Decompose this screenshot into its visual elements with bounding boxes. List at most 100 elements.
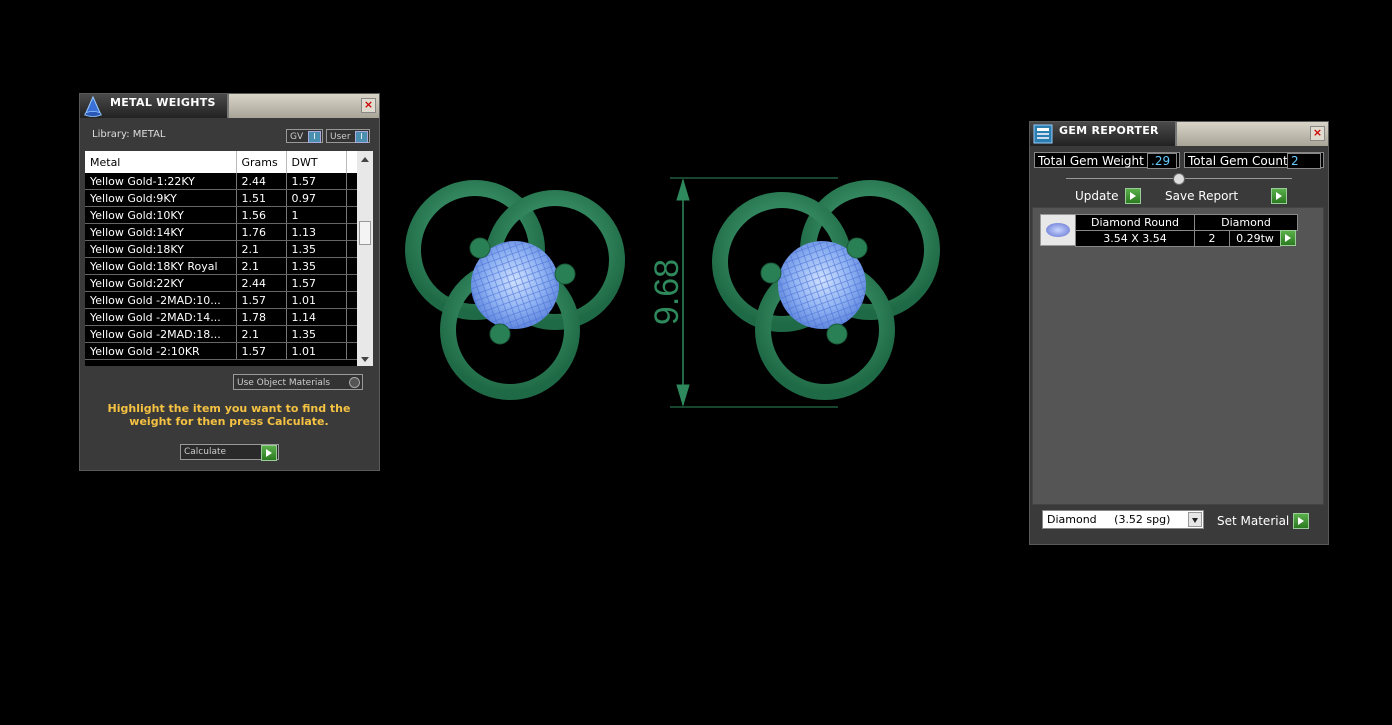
column-header-spacer: [346, 151, 358, 173]
metal-table: Metal Grams DWT Yellow Gold-1:22KY 2.44 1.…: [85, 151, 358, 360]
right-prong-2: [760, 262, 782, 284]
cell-grams: 2.44: [236, 274, 287, 292]
cell-grams: 2.44: [236, 173, 287, 190]
metal-table-header: Metal Grams DWT: [85, 151, 358, 173]
save-report-button[interactable]: Save Report: [1162, 188, 1287, 204]
viewport-3d[interactable]: 9.68: [390, 165, 950, 420]
total-gem-count-label: Total Gem Count: [1188, 154, 1288, 168]
cell-spacer: [346, 308, 358, 326]
gv-toggle-knob: I: [308, 131, 321, 143]
column-header-grams[interactable]: Grams: [236, 151, 287, 173]
cell-spacer: [346, 173, 358, 190]
gem-count-cell: 2: [1194, 230, 1230, 247]
cell-dwt: 1.57: [286, 173, 347, 190]
table-row[interactable]: Yellow Gold-1:22KY 2.44 1.57: [85, 173, 358, 190]
play-icon[interactable]: [1280, 230, 1296, 246]
gv-toggle[interactable]: GV I: [286, 129, 323, 143]
cell-grams: 2.1: [236, 257, 287, 275]
update-label: Update: [1075, 189, 1119, 203]
dimension-label: 9.68: [648, 259, 686, 325]
cell-metal: Yellow Gold:14KY: [85, 223, 237, 241]
total-gem-weight-field: Total Gem Weight .29: [1034, 152, 1180, 169]
cell-dwt: 0.97: [286, 189, 347, 207]
left-prong-3: [489, 323, 511, 345]
cone-app-icon: [84, 95, 102, 117]
chevron-down-icon[interactable]: [1188, 512, 1202, 527]
cell-dwt: 1.14: [286, 308, 347, 326]
cell-metal: Yellow Gold -2MAD:14...: [85, 308, 237, 326]
cell-grams: 1.57: [236, 291, 287, 309]
column-header-dwt[interactable]: DWT: [286, 151, 347, 173]
cell-spacer: [346, 291, 358, 309]
column-header-metal[interactable]: Metal: [85, 151, 237, 173]
total-gem-weight-value: .29: [1147, 153, 1177, 169]
metal-weights-title: METAL WEIGHTS: [110, 96, 216, 109]
scroll-up-icon[interactable]: [361, 157, 369, 162]
update-button[interactable]: Update: [1071, 188, 1141, 204]
table-row[interactable]: Yellow Gold -2MAD:18... 2.1 1.35: [85, 325, 358, 343]
table-row[interactable]: Yellow Gold:22KY 2.44 1.57: [85, 274, 358, 292]
close-icon[interactable]: ×: [361, 98, 376, 113]
table-row[interactable]: Yellow Gold:9KY 1.51 0.97: [85, 189, 358, 207]
material-select[interactable]: Diamond (3.52 spg): [1042, 510, 1204, 529]
metal-table-container: Metal Grams DWT Yellow Gold-1:22KY 2.44 1.…: [85, 151, 373, 366]
play-icon: [261, 445, 277, 461]
metal-weights-titlebar[interactable]: METAL WEIGHTS ×: [80, 94, 379, 118]
cell-metal: Yellow Gold:9KY: [85, 189, 237, 207]
cell-grams: 1.56: [236, 206, 287, 224]
calculate-button[interactable]: Calculate: [180, 444, 279, 461]
cell-dwt: 1.35: [286, 240, 347, 258]
table-row[interactable]: Yellow Gold -2:10KR 1.57 1.01: [85, 342, 358, 360]
slider-knob-icon[interactable]: [1173, 173, 1185, 185]
left-earring[interactable]: [405, 180, 625, 400]
user-toggle[interactable]: User I: [326, 129, 370, 143]
total-gem-weight-label: Total Gem Weight: [1038, 154, 1144, 168]
cell-spacer: [346, 223, 358, 241]
gem-report-app-icon: [1033, 124, 1053, 144]
calculate-label: Calculate: [184, 447, 227, 457]
cell-spacer: [346, 257, 358, 275]
table-row[interactable]: Yellow Gold:18KY Royal 2.1 1.35: [85, 257, 358, 275]
cell-spacer: [346, 325, 358, 343]
cell-spacer: [346, 189, 358, 207]
gv-toggle-label: GV: [290, 132, 304, 142]
gem-reporter-titlebar[interactable]: GEM REPORTER ×: [1030, 122, 1328, 146]
cell-spacer: [346, 240, 358, 258]
cell-metal: Yellow Gold:10KY: [85, 206, 237, 224]
cell-dwt: 1.01: [286, 342, 347, 360]
cell-metal: Yellow Gold:18KY: [85, 240, 237, 258]
total-gem-count-field: Total Gem Count 2: [1184, 152, 1324, 169]
table-row[interactable]: Yellow Gold:18KY 2.1 1.35: [85, 240, 358, 258]
scroll-down-icon[interactable]: [361, 357, 369, 362]
gem-shape-cell: Diamond Round: [1075, 214, 1195, 231]
set-material-label: Set Material: [1217, 514, 1290, 528]
total-gem-count-value: 2: [1287, 153, 1321, 169]
cell-dwt: 1.57: [286, 274, 347, 292]
right-earring[interactable]: [712, 180, 940, 400]
right-prong-3: [826, 323, 848, 345]
left-prong-1: [469, 237, 491, 259]
set-material-button[interactable]: Set Material: [1214, 513, 1309, 529]
table-row[interactable]: Yellow Gold -2MAD:14... 1.78 1.14: [85, 308, 358, 326]
cell-dwt: 1.13: [286, 223, 347, 241]
scroll-thumb[interactable]: [359, 221, 371, 245]
gem-thumbnail-icon: [1040, 214, 1076, 246]
table-row[interactable]: Yellow Gold -2MAD:10... 1.57 1.01: [85, 291, 358, 309]
cell-grams: 1.76: [236, 223, 287, 241]
radio-icon: [349, 377, 360, 388]
close-icon[interactable]: ×: [1310, 126, 1325, 141]
cell-dwt: 1: [286, 206, 347, 224]
table-row[interactable]: Yellow Gold:10KY 1.56 1: [85, 206, 358, 224]
metal-table-scrollbar[interactable]: [357, 151, 373, 366]
gem-reporter-panel: GEM REPORTER × Total Gem Weight .29 Tota…: [1029, 121, 1329, 545]
library-label: Library: METAL: [92, 129, 166, 140]
cell-grams: 2.1: [236, 240, 287, 258]
table-row[interactable]: Yellow Gold:14KY 1.76 1.13: [85, 223, 358, 241]
cell-metal: Yellow Gold-1:22KY: [85, 173, 237, 190]
gem-list-item[interactable]: Diamond Round Diamond 3.54 X 3.54 2 0.29…: [1040, 214, 1298, 247]
gem-material-cell: Diamond: [1194, 214, 1298, 231]
use-object-materials-toggle[interactable]: Use Object Materials: [233, 374, 363, 390]
cell-metal: Yellow Gold:18KY Royal: [85, 257, 237, 275]
cell-grams: 1.78: [236, 308, 287, 326]
cell-dwt: 1.35: [286, 325, 347, 343]
